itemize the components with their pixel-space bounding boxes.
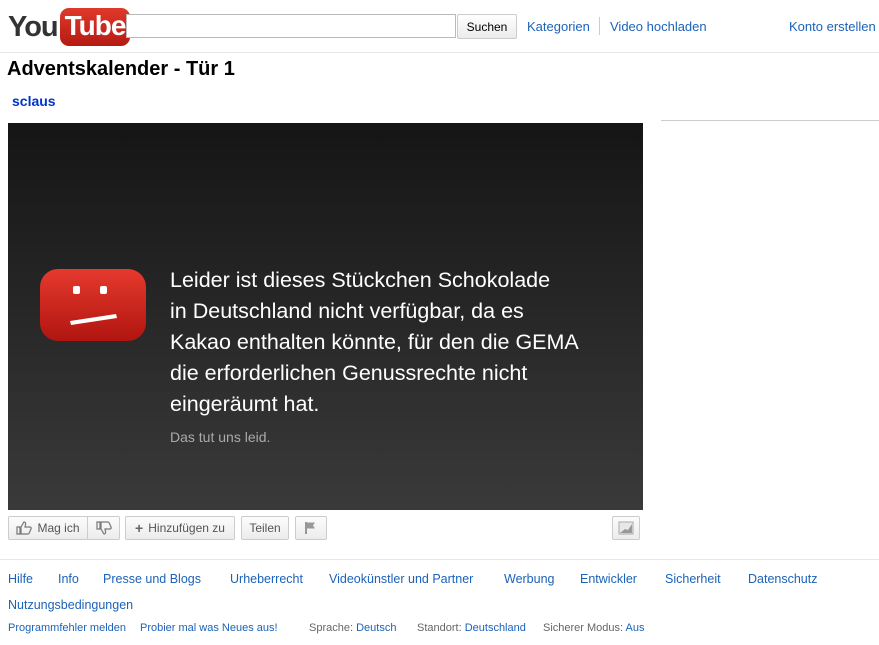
safety-mode-label: Sicherer Modus:: [543, 622, 624, 634]
bug-report-link[interactable]: Programmfehler melden: [8, 622, 126, 634]
message-line: Kakao enthalten könnte, für den die GEMA: [170, 330, 579, 354]
youtube-logo[interactable]: You Tube: [8, 7, 131, 47]
language-label: Sprache:: [309, 622, 354, 634]
footer-link-privacy[interactable]: Datenschutz: [748, 572, 817, 586]
search-button[interactable]: Suchen: [457, 14, 517, 39]
footer-link-terms[interactable]: Nutzungsbedingungen: [8, 598, 133, 612]
language-value: Deutsch: [356, 622, 397, 634]
search-input[interactable]: [126, 14, 456, 38]
message-line: die erforderlichen Genussrechte nicht: [170, 361, 528, 385]
language-selector[interactable]: Sprache: Deutsch: [309, 622, 396, 634]
footer-link-safety[interactable]: Sicherheit: [665, 572, 721, 586]
footer-link-info[interactable]: Info: [58, 572, 79, 586]
create-account-link[interactable]: Konto erstellen: [789, 19, 876, 34]
header-divider: [599, 17, 600, 35]
add-to-button[interactable]: + Hinzufügen zu: [125, 516, 235, 540]
like-button[interactable]: Mag ich: [8, 516, 88, 540]
logo-you-text: You: [8, 10, 59, 43]
location-label: Standort:: [417, 622, 462, 634]
message-line: eingeräumt hat.: [170, 392, 320, 416]
location-selector[interactable]: Standort: Deutschland: [417, 622, 526, 634]
try-new-link[interactable]: Probier mal was Neues aus!: [140, 622, 278, 634]
share-label: Teilen: [249, 521, 281, 535]
footer-link-creators[interactable]: Videokünstler und Partner: [329, 572, 473, 586]
sad-tv-icon: [40, 269, 146, 341]
stats-button[interactable]: [612, 516, 640, 540]
video-title: Adventskalender - Tür 1: [7, 58, 235, 80]
dislike-button[interactable]: [87, 516, 120, 540]
footer-link-copyright[interactable]: Urheberrecht: [230, 572, 303, 586]
add-to-label: Hinzufügen zu: [148, 521, 225, 535]
plus-icon: +: [135, 520, 144, 536]
flag-button[interactable]: [295, 516, 327, 540]
video-player[interactable]: Leider ist dieses Stückchen Schokolade i…: [8, 123, 643, 510]
masthead: You Tube Suchen Kategorien Video hochlad…: [0, 0, 879, 53]
location-value: Deutschland: [464, 622, 526, 634]
channel-link[interactable]: sclaus: [12, 93, 56, 109]
footer-link-developers[interactable]: Entwickler: [580, 572, 637, 586]
thumbs-down-icon: [95, 521, 112, 535]
footer-link-help[interactable]: Hilfe: [8, 572, 33, 586]
message-line: Leider ist dieses Stückchen Schokolade: [170, 268, 551, 292]
logo-tube-text: Tube: [59, 8, 131, 46]
stats-graph-icon: [618, 521, 634, 535]
sidebar-divider: [661, 120, 879, 121]
upload-video-link[interactable]: Video hochladen: [610, 19, 707, 34]
footer-link-press[interactable]: Presse und Blogs: [103, 572, 201, 586]
message-line: in Deutschland nicht verfügbar, da es: [170, 299, 524, 323]
share-button[interactable]: Teilen: [241, 516, 289, 540]
footer-link-advertising[interactable]: Werbung: [504, 572, 555, 586]
flag-icon: [305, 522, 315, 534]
safety-mode-selector[interactable]: Sicherer Modus: Aus: [543, 622, 645, 634]
thumbs-up-icon: [16, 521, 33, 535]
footer-divider: [0, 559, 879, 560]
categories-link[interactable]: Kategorien: [527, 19, 590, 34]
safety-mode-value: Aus: [625, 622, 645, 634]
sorry-text: Das tut uns leid.: [170, 429, 271, 445]
unavailable-message: Leider ist dieses Stückchen Schokolade i…: [170, 265, 640, 420]
like-label: Mag ich: [37, 521, 80, 535]
